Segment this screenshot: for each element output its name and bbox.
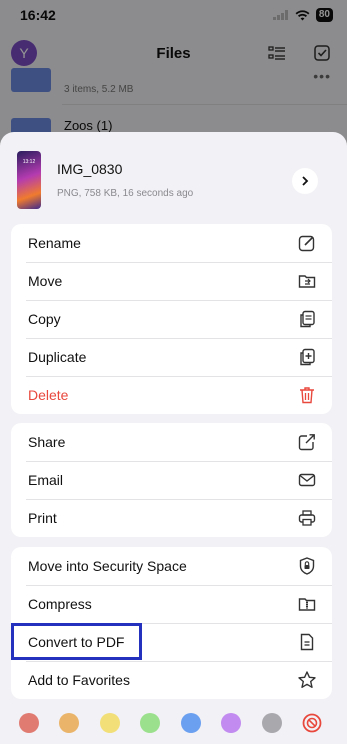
color-tag-gray[interactable] [262, 713, 282, 733]
action-label: Rename [28, 235, 81, 251]
color-tag-orange[interactable] [59, 713, 79, 733]
action-label: Email [28, 472, 64, 488]
duplicate-action[interactable]: Duplicate [11, 338, 332, 376]
action-label: Print [28, 510, 57, 526]
share-actions-group: Share Email Print [11, 423, 332, 537]
action-label: Convert to PDF [28, 634, 125, 650]
color-tag-yellow[interactable] [100, 713, 120, 733]
file-info-button[interactable] [292, 168, 318, 194]
rename-icon [297, 233, 317, 253]
color-tag-purple[interactable] [221, 713, 241, 733]
file-actions-group: Rename Move Copy Duplicate Delete [11, 224, 332, 414]
mail-icon [297, 470, 317, 490]
document-icon [297, 632, 317, 652]
rename-action[interactable]: Rename [11, 224, 332, 262]
star-icon [297, 670, 317, 690]
color-tag-green[interactable] [140, 713, 160, 733]
color-tag-bar [0, 706, 347, 738]
copy-icon [297, 309, 317, 329]
convert-to-pdf-action[interactable]: Convert to PDF [11, 623, 332, 661]
action-label: Delete [28, 387, 69, 403]
file-actions-sheet: 13:12 IMG_0830 PNG, 758 KB, 16 seconds a… [0, 132, 347, 744]
action-label: Compress [28, 596, 92, 612]
share-icon [297, 432, 317, 452]
no-tag-icon[interactable] [302, 713, 322, 733]
action-label: Copy [28, 311, 61, 327]
move-action[interactable]: Move [11, 262, 332, 300]
action-label: Add to Favorites [28, 672, 130, 688]
action-label: Move into Security Space [28, 558, 187, 574]
file-details: PNG, 758 KB, 16 seconds ago [57, 188, 194, 199]
copy-action[interactable]: Copy [11, 300, 332, 338]
trash-icon [297, 385, 317, 405]
sheet-header: 13:12 IMG_0830 PNG, 758 KB, 16 seconds a… [0, 132, 347, 222]
move-folder-icon [297, 271, 317, 291]
file-thumbnail: 13:12 [17, 151, 41, 209]
add-to-favorites-action[interactable]: Add to Favorites [11, 661, 332, 699]
chevron-right-icon [302, 176, 309, 186]
compress-action[interactable]: Compress [11, 585, 332, 623]
print-action[interactable]: Print [11, 499, 332, 537]
file-title: IMG_0830 [57, 161, 123, 177]
security-space-action[interactable]: Move into Security Space [11, 547, 332, 585]
more-actions-group: Move into Security Space Compress Conver… [11, 547, 332, 699]
shield-lock-icon [297, 556, 317, 576]
action-label: Move [28, 273, 63, 289]
action-label: Share [28, 434, 66, 450]
share-action[interactable]: Share [11, 423, 332, 461]
delete-action[interactable]: Delete [11, 376, 332, 414]
color-tag-red[interactable] [19, 713, 39, 733]
action-label: Duplicate [28, 349, 87, 365]
printer-icon [297, 508, 317, 528]
thumbnail-clock: 13:12 [22, 159, 36, 165]
zip-folder-icon [297, 594, 317, 614]
duplicate-icon [297, 347, 317, 367]
email-action[interactable]: Email [11, 461, 332, 499]
color-tag-blue[interactable] [181, 713, 201, 733]
